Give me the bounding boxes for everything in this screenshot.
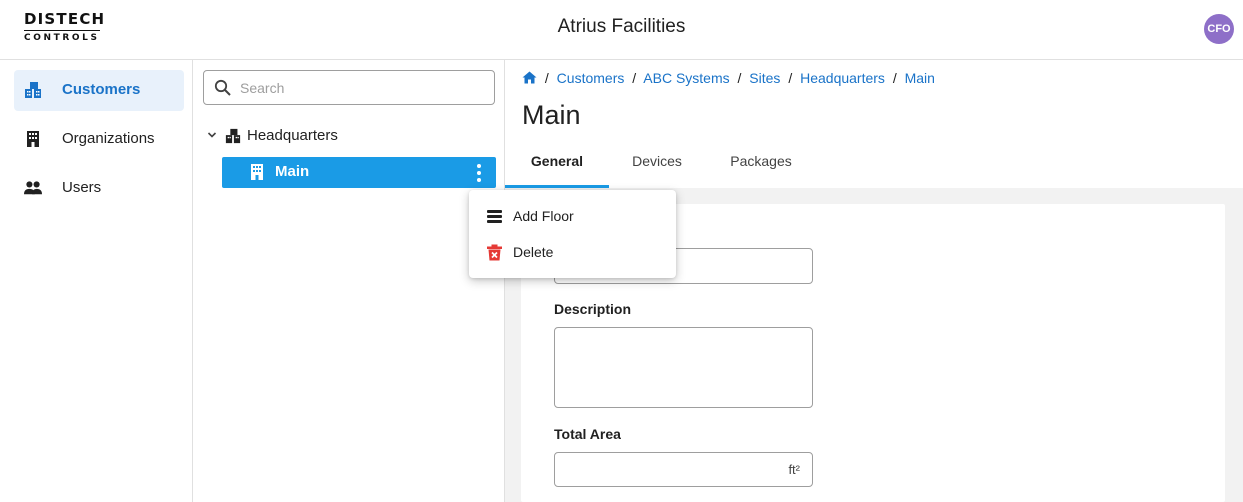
tab-devices[interactable]: Devices [621,144,693,188]
logo-line2: CONTROLS [24,30,100,44]
tree-panel: Headquarters Main [193,60,505,502]
breadcrumb: / Customers / ABC Systems / Sites / Head… [522,70,935,86]
breadcrumb-separator: / [544,70,549,86]
nav-item-users[interactable]: Users [14,168,184,209]
user-avatar[interactable]: CFO [1204,14,1234,44]
distech-logo[interactable]: DISTECH CONTROLS [24,10,106,44]
menu-item-label: Delete [513,244,554,260]
home-icon[interactable] [522,71,537,84]
menu-item-label: Add Floor [513,208,574,224]
tab-bar: General Devices Packages [505,144,1243,188]
tree-node-label: Headquarters [247,127,338,144]
nav-label: Users [62,179,102,196]
nav-label: Organizations [62,130,155,147]
trash-icon [487,244,502,261]
page-title: Main [522,100,581,130]
breadcrumb-item[interactable]: Customers [557,70,625,86]
context-menu: Add Floor Delete [469,190,676,278]
building-icon [27,131,39,147]
total-area-field[interactable]: ft² [554,452,813,487]
breadcrumb-separator: / [892,70,897,86]
description-label: Description [554,301,632,317]
breadcrumb-separator: / [632,70,637,86]
left-nav: Customers Organizations Users [0,60,193,502]
breadcrumb-separator: / [737,70,742,86]
chevron-down-icon[interactable] [207,130,217,140]
main-content: / Customers / ABC Systems / Sites / Head… [505,60,1243,502]
area-unit: ft² [788,462,800,477]
nav-item-organizations[interactable]: Organizations [14,119,184,160]
users-icon [24,181,42,195]
building-icon [251,164,263,180]
buildings-icon [225,128,241,144]
tab-general[interactable]: General [505,144,609,188]
breadcrumb-separator: / [788,70,793,86]
breadcrumb-item[interactable]: Headquarters [800,70,885,86]
menu-item-delete[interactable]: Delete [469,234,676,270]
breadcrumb-item[interactable]: Main [905,70,935,86]
app-title: Atrius Facilities [557,16,686,37]
top-bar: DISTECH CONTROLS Atrius Facilities CFO [0,0,1243,60]
buildings-icon [25,82,41,98]
description-field[interactable] [554,327,813,408]
breadcrumb-item[interactable]: Sites [749,70,780,86]
layers-icon [487,210,502,223]
logo-line1: DISTECH [24,10,106,28]
menu-item-add-floor[interactable]: Add Floor [469,198,676,234]
nav-item-customers[interactable]: Customers [14,70,184,111]
search-box[interactable] [203,70,495,105]
tree-node-main[interactable]: Main [222,157,496,188]
tab-packages[interactable]: Packages [717,144,805,188]
more-options-icon[interactable] [472,162,486,184]
nav-label: Customers [62,81,141,98]
total-area-label: Total Area [554,426,621,442]
search-input[interactable] [240,77,480,99]
tree-node-label: Main [275,163,310,180]
breadcrumb-item[interactable]: ABC Systems [643,70,729,86]
search-icon [214,79,231,96]
